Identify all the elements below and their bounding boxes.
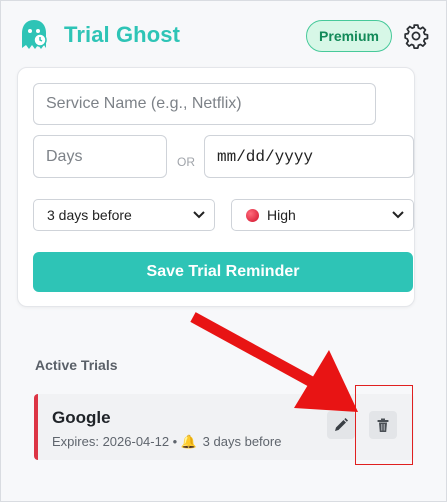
date-input-value: mm/dd/yyyy <box>217 147 314 166</box>
remind-before-select[interactable]: 3 days before <box>33 199 215 231</box>
trial-meta: Expires: 2026-04-12 • 🔔 3 days before <box>52 434 281 450</box>
trial-item: Google Expires: 2026-04-12 • 🔔 3 days be… <box>34 394 414 460</box>
priority-value: High <box>267 207 296 223</box>
bell-icon: 🔔 <box>180 434 198 449</box>
ghost-logo-icon <box>22 20 47 49</box>
pencil-icon <box>335 418 348 431</box>
app-container: Trial Ghost Premium OR mm/dd/yyyy 3 days… <box>0 0 447 502</box>
save-trial-button[interactable]: Save Trial Reminder <box>33 252 413 292</box>
gear-icon[interactable] <box>403 23 429 49</box>
delete-trial-button[interactable] <box>369 411 397 439</box>
red-dot-icon <box>246 208 259 222</box>
chevron-down-icon <box>392 211 404 219</box>
edit-trial-button[interactable] <box>327 411 355 439</box>
active-trials-heading: Active Trials <box>35 357 118 373</box>
chevron-down-icon <box>193 211 205 219</box>
add-trial-form: OR mm/dd/yyyy 3 days before High Save Tr… <box>17 67 415 307</box>
trial-expires: Expires: 2026-04-12 • <box>52 434 178 449</box>
app-title: Trial Ghost <box>64 22 181 47</box>
or-label: OR <box>177 155 195 169</box>
trash-icon <box>377 418 389 432</box>
trial-name: Google <box>52 408 111 427</box>
header: Trial Ghost Premium <box>1 1 446 67</box>
remind-before-value: 3 days before <box>47 207 132 223</box>
priority-select[interactable]: High <box>231 199 414 231</box>
trial-remind: 3 days before <box>202 434 282 449</box>
date-input[interactable]: mm/dd/yyyy <box>204 135 414 178</box>
service-name-input[interactable] <box>33 83 376 125</box>
premium-badge[interactable]: Premium <box>306 20 392 52</box>
days-input[interactable] <box>33 135 167 178</box>
